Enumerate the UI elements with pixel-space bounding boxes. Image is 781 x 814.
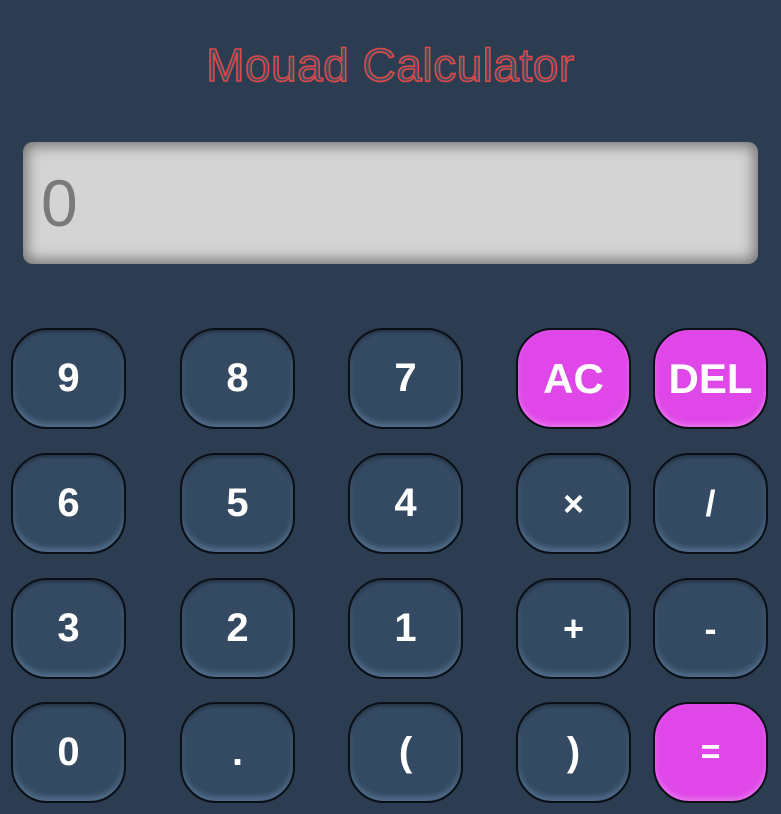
key-2[interactable]: 2 [180,578,295,679]
multiply-button[interactable]: × [516,453,631,554]
all-clear-button[interactable]: AC [516,328,631,429]
decimal-point-button[interactable]: . [180,702,295,803]
minus-button[interactable]: - [653,578,768,679]
key-5[interactable]: 5 [180,453,295,554]
key-6[interactable]: 6 [11,453,126,554]
calculator-app: Mouad Calculator 0 9 8 7 AC DEL 6 5 4 × … [0,0,781,814]
key-0[interactable]: 0 [11,702,126,803]
divide-button[interactable]: / [653,453,768,554]
display-value: 0 [41,166,78,240]
key-8[interactable]: 8 [180,328,295,429]
key-3[interactable]: 3 [11,578,126,679]
equals-button[interactable]: = [653,702,768,803]
key-9[interactable]: 9 [11,328,126,429]
open-paren-button[interactable]: ( [348,702,463,803]
delete-button[interactable]: DEL [653,328,768,429]
key-4[interactable]: 4 [348,453,463,554]
close-paren-button[interactable]: ) [516,702,631,803]
calculator-display: 0 [23,142,758,264]
key-7[interactable]: 7 [348,328,463,429]
key-1[interactable]: 1 [348,578,463,679]
app-title: Mouad Calculator [205,38,575,92]
plus-button[interactable]: + [516,578,631,679]
